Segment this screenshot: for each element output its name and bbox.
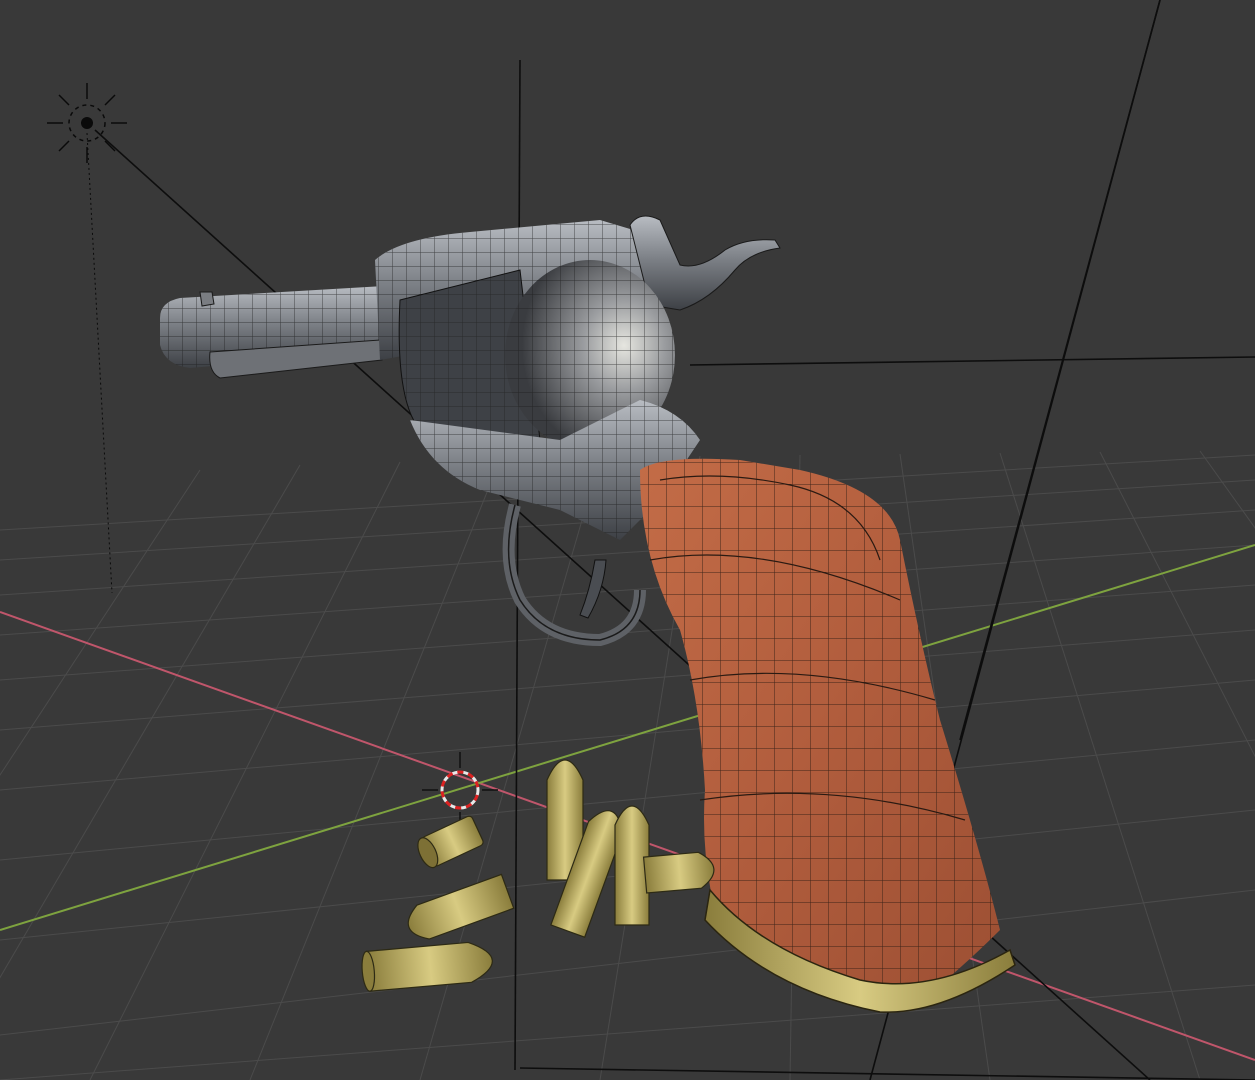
bullets[interactable] (361, 759, 716, 992)
bullet[interactable] (642, 851, 716, 894)
revolver-grip[interactable] (640, 458, 1000, 1010)
viewport-canvas[interactable] (0, 0, 1255, 1080)
3d-viewport[interactable] (0, 0, 1255, 1080)
3d-cursor-icon[interactable] (422, 752, 498, 828)
bullet[interactable] (403, 873, 515, 944)
floor-grid (0, 450, 1255, 1080)
bullet[interactable] (361, 941, 494, 992)
light-icon[interactable] (47, 83, 127, 594)
bullet[interactable] (414, 815, 485, 871)
